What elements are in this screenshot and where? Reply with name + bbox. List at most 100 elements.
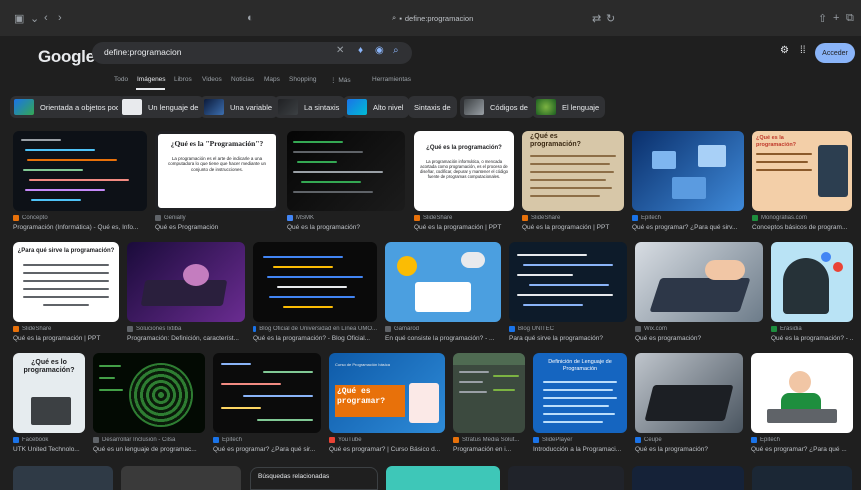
shield-icon[interactable]: ◐ [247, 12, 254, 24]
result-source-18[interactable]: Stratus Media Solut... [453, 437, 527, 443]
chip-3[interactable]: La sintaxis [274, 96, 346, 118]
mic-icon[interactable]: ♦ [358, 45, 363, 56]
result-image-24[interactable] [386, 466, 500, 490]
result-caption-10[interactable]: En qué consiste la programación? - ... [385, 335, 501, 342]
result-caption-5[interactable]: Qué es programar? ¿Para qué sirv... [632, 224, 744, 231]
result-source-21[interactable]: Epitech [751, 437, 853, 443]
chip-6[interactable]: Códigos de [460, 96, 534, 118]
result-source-4[interactable]: SlideShare [522, 215, 624, 221]
result-caption-1[interactable]: Qué es Programación [155, 224, 279, 231]
result-source-16[interactable]: Epitech [213, 437, 321, 443]
result-image-5[interactable] [632, 131, 744, 211]
result-caption-16[interactable]: Qué es programar? ¿Para qué sir... [213, 446, 323, 453]
result-image-22[interactable] [13, 466, 113, 490]
chip-1[interactable]: Un lenguaje de [118, 96, 205, 118]
result-image-8[interactable] [127, 242, 245, 322]
tab-noticias[interactable]: Noticias [231, 76, 254, 83]
result-image-25[interactable] [508, 466, 624, 490]
result-image-21[interactable] [751, 353, 853, 433]
result-source-3[interactable]: SlideShare [414, 215, 514, 221]
result-caption-13[interactable]: Qué es la programación? - ... [771, 335, 853, 342]
result-image-6[interactable]: ¿Qué es la programación? [752, 131, 852, 211]
result-source-14[interactable]: Facebook [13, 437, 85, 443]
chip-5[interactable]: Sintaxis de [408, 96, 457, 118]
result-image-7[interactable]: ¿Para qué sirve la programación? [13, 242, 119, 322]
clear-icon[interactable]: ✕ [336, 45, 344, 56]
address-bar[interactable]: ⌕ ▪ define:programacion [392, 13, 473, 23]
result-source-9[interactable]: Blog Oficial de Universidad en Línea UMO… [253, 326, 377, 332]
google-logo[interactable]: Google [38, 47, 95, 67]
result-caption-17[interactable]: Qué es programar? | Curso Básico d... [329, 446, 445, 453]
tab-todo[interactable]: Todo [114, 76, 128, 83]
result-caption-2[interactable]: Qué es la programación? [287, 224, 405, 231]
tab-videos[interactable]: Videos [202, 76, 222, 83]
translate-icon[interactable]: ⇄ [592, 12, 601, 25]
result-image-16[interactable] [213, 353, 321, 433]
result-source-15[interactable]: Desarrollar Inclusión - Cilsa [93, 437, 205, 443]
result-image-11[interactable] [509, 242, 627, 322]
result-source-12[interactable]: Wix.com [635, 326, 763, 332]
result-caption-0[interactable]: Programación (Informática) - Qué es, Inf… [13, 224, 147, 231]
new-tab-icon[interactable]: + [833, 12, 839, 24]
result-image-23[interactable] [121, 466, 241, 490]
gear-icon[interactable]: ⚙ [780, 45, 789, 56]
signin-button[interactable]: Acceder [815, 43, 855, 63]
result-caption-14[interactable]: UTK United Technolo... [13, 446, 89, 453]
chip-4[interactable]: Alto nivel [343, 96, 410, 118]
result-source-19[interactable]: SlidePlayer [533, 437, 627, 443]
result-caption-4[interactable]: Qué es la programación | PPT [522, 224, 624, 231]
result-image-0[interactable] [13, 131, 147, 211]
result-caption-6[interactable]: Conceptos básicos de program... [752, 224, 852, 231]
result-source-17[interactable]: YouTube [329, 437, 445, 443]
result-caption-19[interactable]: Introducción a la Programaci... [533, 446, 629, 453]
result-caption-7[interactable]: Qué es la programación | PPT [13, 335, 119, 342]
tab-mas[interactable]: ⋮ Más [330, 76, 351, 84]
result-source-10[interactable]: Gamarod [385, 326, 501, 332]
result-image-17[interactable]: Curso de Programación básica ¿Qué es pro… [329, 353, 445, 433]
sidebar-toggle-icon[interactable]: ▣ [14, 12, 24, 25]
result-source-0[interactable]: Concepto [13, 215, 147, 221]
chip-0[interactable]: Orientada a objetos poo [10, 96, 127, 118]
result-image-14[interactable]: ¿Qué es lo programación? [13, 353, 85, 433]
result-image-26[interactable] [632, 466, 744, 490]
result-image-20[interactable] [635, 353, 743, 433]
result-image-9[interactable] [253, 242, 377, 322]
tab-libros[interactable]: Libros [174, 76, 192, 83]
back-icon[interactable]: ‹ [44, 12, 48, 24]
apps-grid-icon[interactable]: ⁞⁞ [800, 45, 806, 56]
result-image-4[interactable]: ¿Qué es programación? [522, 131, 624, 211]
result-image-13[interactable] [771, 242, 853, 322]
result-source-7[interactable]: SlideShare [13, 326, 119, 332]
result-source-20[interactable]: Ceupe [635, 437, 743, 443]
result-source-11[interactable]: Blog UNITEC [509, 326, 627, 332]
result-image-19[interactable]: Definición de Lenguaje de Programación [533, 353, 627, 433]
result-image-2[interactable] [287, 131, 405, 211]
result-source-8[interactable]: Soluciones Ixtiba [127, 326, 245, 332]
result-source-5[interactable]: Epitech [632, 215, 744, 221]
tab-shopping[interactable]: Shopping [289, 76, 316, 83]
result-image-27[interactable] [752, 466, 852, 490]
result-source-13[interactable]: Erasidia [771, 326, 853, 332]
result-caption-18[interactable]: Programación en i... [453, 446, 527, 453]
tab-maps[interactable]: Maps [264, 76, 280, 83]
search-query[interactable]: define:programacion [104, 47, 182, 57]
result-image-3[interactable]: ¿Qué es la programación? La programación… [414, 131, 514, 211]
result-caption-20[interactable]: Qué es la programación? [635, 446, 743, 453]
result-source-6[interactable]: Monografias.com [752, 215, 852, 221]
tab-imagenes[interactable]: Imágenes [137, 76, 166, 83]
result-caption-15[interactable]: Qué es un lenguaje de programac... [93, 446, 205, 453]
tab-overview-icon[interactable]: ⧉ [846, 12, 854, 25]
lens-icon[interactable]: ◉ [375, 45, 384, 56]
chip-2[interactable]: Una variable [200, 96, 279, 118]
result-image-15[interactable] [93, 353, 205, 433]
forward-icon[interactable]: › [58, 12, 62, 24]
result-caption-21[interactable]: Qué es programar? ¿Para qué ... [751, 446, 853, 453]
result-caption-9[interactable]: Qué es la programación? - Blog Oficial..… [253, 335, 377, 342]
search-icon[interactable]: ⌕ [393, 45, 399, 56]
result-caption-12[interactable]: Qué es programación? [635, 335, 763, 342]
result-source-2[interactable]: MSMK [287, 215, 405, 221]
chip-7[interactable]: El lenguaje [532, 96, 606, 118]
tab-herramientas[interactable]: Herramientas [372, 76, 411, 83]
result-image-10[interactable] [385, 242, 501, 322]
result-image-18[interactable] [453, 353, 525, 433]
